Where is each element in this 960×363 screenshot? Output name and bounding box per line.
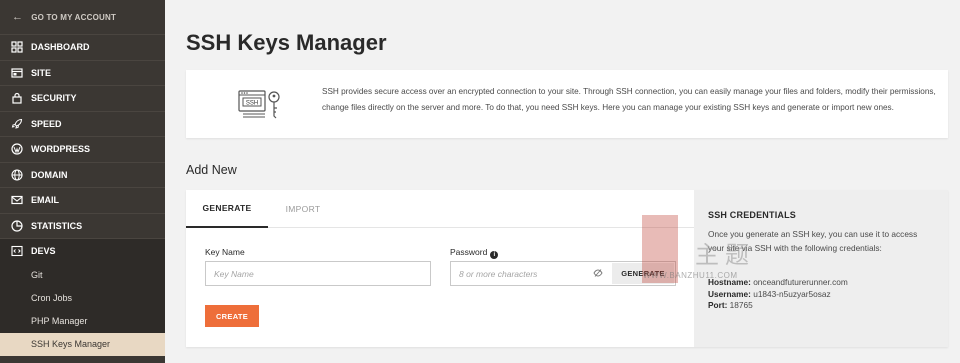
port-value: 18765	[729, 300, 753, 310]
rocket-icon	[11, 118, 23, 130]
sidebar-subitem-label: Cron Jobs	[31, 293, 73, 303]
sidebar-item-label: DEVS	[31, 246, 56, 257]
credentials-list: Hostname: onceandfuturerunner.com Userna…	[708, 277, 934, 312]
sidebar-item-site[interactable]: SITE	[0, 59, 165, 86]
page-title: SSH Keys Manager	[186, 30, 387, 55]
sidebar-item-domain[interactable]: DOMAIN	[0, 161, 165, 188]
ssh-key-illustration-icon: SSH	[238, 90, 280, 119]
sidebar-item-speed[interactable]: SPEED	[0, 110, 165, 137]
tab-generate[interactable]: GENERATE	[186, 190, 268, 228]
envelope-icon	[11, 194, 23, 206]
tab-import[interactable]: IMPORT	[268, 190, 338, 228]
sidebar-subitem-label: PHP Manager	[31, 316, 88, 326]
back-arrow-icon: ←	[12, 11, 24, 23]
username-row: Username: u1843-n5uzyar5osaz	[708, 289, 934, 301]
sidebar-item-label: EMAIL	[31, 195, 59, 206]
sidebar-item-label: DOMAIN	[31, 169, 68, 180]
ssh-description: SSH provides secure access over an encry…	[322, 87, 936, 112]
credentials-title: SSH CREDENTIALS	[708, 210, 797, 220]
port-row: Port: 18765	[708, 300, 934, 312]
sidebar-subitem-label: Git	[31, 270, 43, 280]
ssh-illustration-label: SSH	[246, 101, 258, 107]
sidebar-item-label: SECURITY	[31, 93, 77, 104]
add-new-title: Add New	[186, 163, 237, 177]
code-icon	[11, 245, 23, 257]
key-name-label: Key Name	[205, 247, 245, 257]
sidebar-item-wordpress[interactable]: WORDPRESS	[0, 136, 165, 162]
sidebar-subitem-label: SSH Keys Manager	[31, 339, 111, 349]
username-label: Username:	[708, 288, 751, 299]
password-input[interactable]	[451, 262, 591, 285]
key-name-input[interactable]	[205, 261, 431, 286]
sidebar-subitem-git[interactable]: Git	[0, 263, 165, 287]
sidebar-item-label: SPEED	[31, 118, 62, 129]
eye-slash-icon[interactable]	[593, 268, 603, 278]
main-content: SSH Keys Manager SSH SSH provides secure…	[165, 0, 960, 363]
sidebar-item-label: SITE	[31, 67, 52, 78]
sidebar-item-statistics[interactable]: STATISTICS	[0, 212, 165, 239]
wordpress-icon	[11, 143, 23, 155]
hostname-value: onceandfuturerunner.com	[753, 277, 848, 287]
add-new-card: GENERATE IMPORT Key Name Passwordi GENER…	[186, 190, 948, 347]
sidebar-item-label: DASHBOARD	[31, 42, 90, 53]
port-label: Port:	[708, 300, 728, 310]
sidebar: ← GO TO MY ACCOUNT DASHBOARD SITE SECURI…	[0, 0, 165, 363]
password-label-wrap: Password i	[450, 247, 499, 259]
sidebar-item-devs[interactable]: DEVS	[0, 238, 165, 264]
tab-bar: GENERATE IMPORT	[186, 190, 694, 228]
sidebar-item-label: STATISTICS	[31, 220, 83, 231]
site-icon	[11, 67, 23, 79]
sidebar-item-security[interactable]: SECURITY	[0, 85, 165, 111]
password-label: Password	[450, 247, 488, 257]
go-to-account-link[interactable]: ← GO TO MY ACCOUNT	[0, 0, 165, 34]
info-card: SSH SSH provides secure access over an e…	[186, 70, 948, 138]
sidebar-item-email[interactable]: EMAIL	[0, 187, 165, 213]
globe-icon	[11, 169, 23, 181]
watermark-text: WWW.BANZHU11.COM	[643, 271, 738, 280]
go-to-account-label: GO TO MY ACCOUNT	[31, 12, 117, 22]
sidebar-subitem-cron-jobs[interactable]: Cron Jobs	[0, 286, 165, 310]
dashboard-icon	[11, 41, 23, 53]
sidebar-subitem-php-manager[interactable]: PHP Manager	[0, 309, 165, 333]
username-value: u1843-n5uzyar5osaz	[753, 288, 831, 299]
create-button[interactable]: CREATE	[205, 305, 259, 327]
lock-icon	[11, 92, 23, 104]
chart-icon	[11, 220, 23, 232]
hostname-row: Hostname: onceandfuturerunner.com	[708, 277, 934, 289]
info-icon[interactable]: i	[490, 251, 499, 259]
sidebar-item-dashboard[interactable]: DASHBOARD	[0, 34, 165, 60]
sidebar-item-label: WORDPRESS	[31, 144, 91, 155]
watermark-chinese-text: 主题	[695, 241, 755, 269]
sidebar-subitem-ssh-keys-manager[interactable]: SSH Keys Manager	[0, 332, 165, 356]
